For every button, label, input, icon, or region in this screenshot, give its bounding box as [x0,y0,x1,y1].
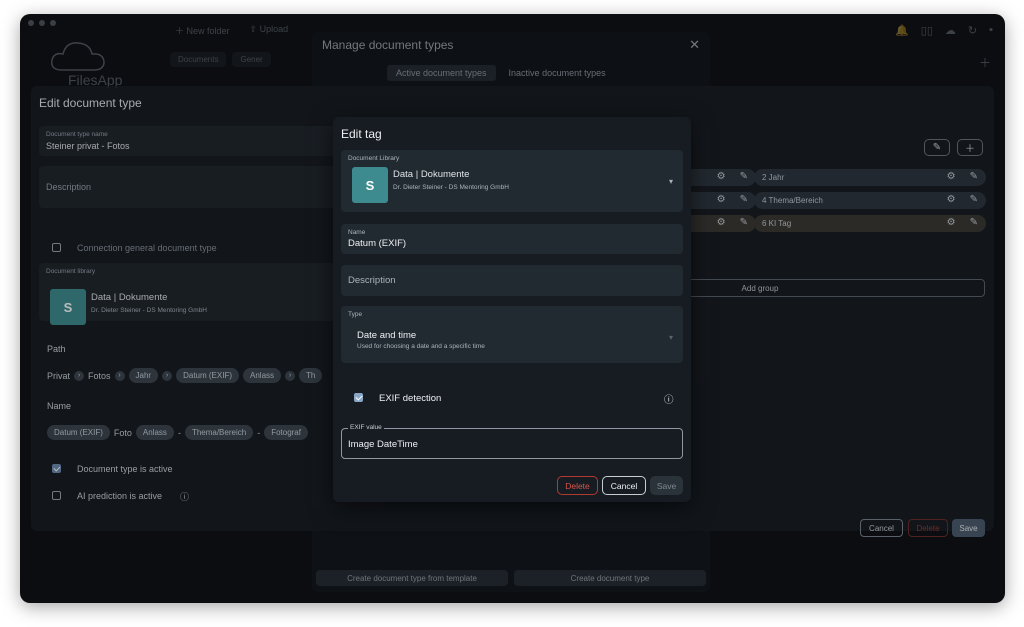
gear-icon[interactable]: ⚙ [717,171,726,182]
create-document-type-button[interactable]: Create document type [514,570,706,586]
avatar[interactable]: ▪ [989,24,993,37]
pencil-icon[interactable]: ✎ [970,194,978,205]
save-button[interactable]: Save [650,476,683,495]
app-window: FilesApp ＋ New folder ⇪ Upload Documents… [20,14,1005,603]
close-icon[interactable]: ✕ [689,37,700,53]
path-chip[interactable]: Th [299,368,323,383]
type-select[interactable]: Type Date and time Used for choosing a d… [341,306,683,363]
name-chips: Datum (EXIF) Foto Anlass - Thema/Bereich… [47,425,308,440]
edit-type-title: Edit document type [39,96,142,110]
bg-tabs: Documents Gener [170,52,271,67]
path-chip[interactable]: Jahr [128,368,159,383]
name-field[interactable]: Name Datum (EXIF) [341,224,683,254]
chevron-right-icon: › [285,370,296,381]
manage-tabs: Active document types Inactive document … [387,65,615,81]
pencil-icon[interactable]: ✎ [740,194,748,205]
pencil-icon[interactable]: ✎ [970,217,978,228]
pencil-icon[interactable]: ✎ [740,217,748,228]
name-chip[interactable]: Fotograf [264,425,308,440]
connection-label: Connection general document type [77,243,217,253]
upload-button[interactable]: ⇪ Upload [250,24,289,37]
description-field[interactable]: Description [39,166,339,208]
chevron-right-icon: › [114,370,125,381]
tab-active-types[interactable]: Active document types [387,65,496,81]
exif-value-field[interactable]: EXIF value Image DateTime [341,424,683,459]
path-label: Path [47,344,66,354]
new-folder-button[interactable]: ＋ New folder [175,24,230,37]
name-chip[interactable]: Anlass [135,425,174,440]
cloud-icon[interactable]: ☁ [945,24,956,37]
manage-actions: Create document type from template Creat… [316,570,706,586]
tag-row-thema[interactable]: 4 Thema/Bereich ⚙ ✎ [754,192,986,209]
chevron-right-icon: › [162,370,173,381]
pencil-icon[interactable]: ✎ [970,171,978,182]
gear-icon[interactable]: ⚙ [717,217,726,228]
edit-tag-dialog: Edit tag Document Library S Data | Dokum… [333,117,691,502]
connection-checkbox[interactable] [52,243,61,252]
active-checkbox[interactable] [52,464,61,473]
library-title: Data | Dokumente [91,292,168,303]
top-icons: 🔔 ▯▯ ☁ ↻ ▪ [895,24,993,37]
library-subtitle: Dr. Dieter Steiner - DS Mentoring GmbH [393,184,509,191]
info-icon[interactable]: ⓘ [180,490,189,503]
book-icon[interactable]: ▯▯ [921,24,933,37]
gear-icon[interactable]: ⚙ [947,217,956,228]
tag-row-left[interactable]: ⚙ ✎ [681,192,756,209]
pencil-icon[interactable]: ✎ [740,171,748,182]
cancel-button[interactable]: Cancel [602,476,646,495]
chevron-down-icon: ▾ [668,177,673,186]
tag-row-left[interactable]: ⚙ ✎ [681,215,756,232]
sharepoint-icon: S [352,167,388,203]
tag-row-ki[interactable]: 6 KI Tag ⚙ ✎ [754,215,986,232]
info-icon[interactable]: ⓘ [664,392,674,406]
name-chip[interactable]: Datum (EXIF) [47,425,110,440]
path-chip[interactable]: Anlass [243,368,282,383]
name-label: Name [47,401,72,411]
delete-button[interactable]: Delete [908,519,948,537]
ai-prediction-checkbox[interactable] [52,491,61,500]
ai-prediction-label: AI prediction is active [77,491,163,501]
cloud-logo-icon [50,42,105,71]
refresh-icon[interactable]: ↻ [968,24,977,37]
gear-icon[interactable]: ⚙ [717,194,726,205]
chevron-right-icon: › [74,370,85,381]
plus-icon[interactable]: ＋ [979,54,991,71]
name-chip[interactable]: Thema/Bereich [184,425,254,440]
exif-detection-checkbox[interactable] [354,393,363,402]
bell-icon[interactable]: 🔔 [895,24,909,37]
tab-inactive-types[interactable]: Inactive document types [500,65,615,81]
path-chips: Privat › Fotos › Jahr › Datum (EXIF) Anl… [47,368,323,383]
gear-icon[interactable]: ⚙ [947,194,956,205]
manage-title: Manage document types [322,38,454,52]
edit-group-button[interactable]: ✎ [924,139,950,156]
path-chip[interactable]: Datum (EXIF) [176,368,239,383]
dialog-title: Edit tag [341,127,382,141]
document-type-name-field[interactable]: Document type name Steiner privat - Foto… [39,126,339,156]
active-label: Document type is active [77,464,173,474]
create-from-template-button[interactable]: Create document type from template [316,570,508,586]
tab-documents[interactable]: Documents [170,52,227,67]
library-title: Data | Dokumente [393,169,470,180]
exif-detection-row: EXIF detection ⓘ [341,389,683,407]
chevron-down-icon: ▾ [668,333,673,342]
gear-icon[interactable]: ⚙ [947,171,956,182]
add-tag-button[interactable]: ＋ [957,139,983,156]
cancel-button[interactable]: Cancel [860,519,903,537]
tag-row-left[interactable]: ⚙ ✎ [681,169,756,186]
tag-row-jahr[interactable]: 2 Jahr ⚙ ✎ [754,169,986,186]
document-library-select[interactable]: Document Library S Data | Dokumente Dr. … [341,150,683,212]
bg-toolbar: ＋ New folder ⇪ Upload [175,24,288,37]
save-button[interactable]: Save [952,519,985,537]
description-field[interactable]: Description [341,265,683,296]
library-subtitle: Dr. Dieter Steiner - DS Mentoring GmbH [91,307,207,314]
sharepoint-icon: S [50,289,86,325]
delete-button[interactable]: Delete [557,476,598,495]
tab-general[interactable]: Gener [232,52,271,67]
exif-detection-label: EXIF detection [379,393,442,404]
plus-icon: ＋ [965,144,975,155]
pencil-icon: ✎ [932,142,942,153]
